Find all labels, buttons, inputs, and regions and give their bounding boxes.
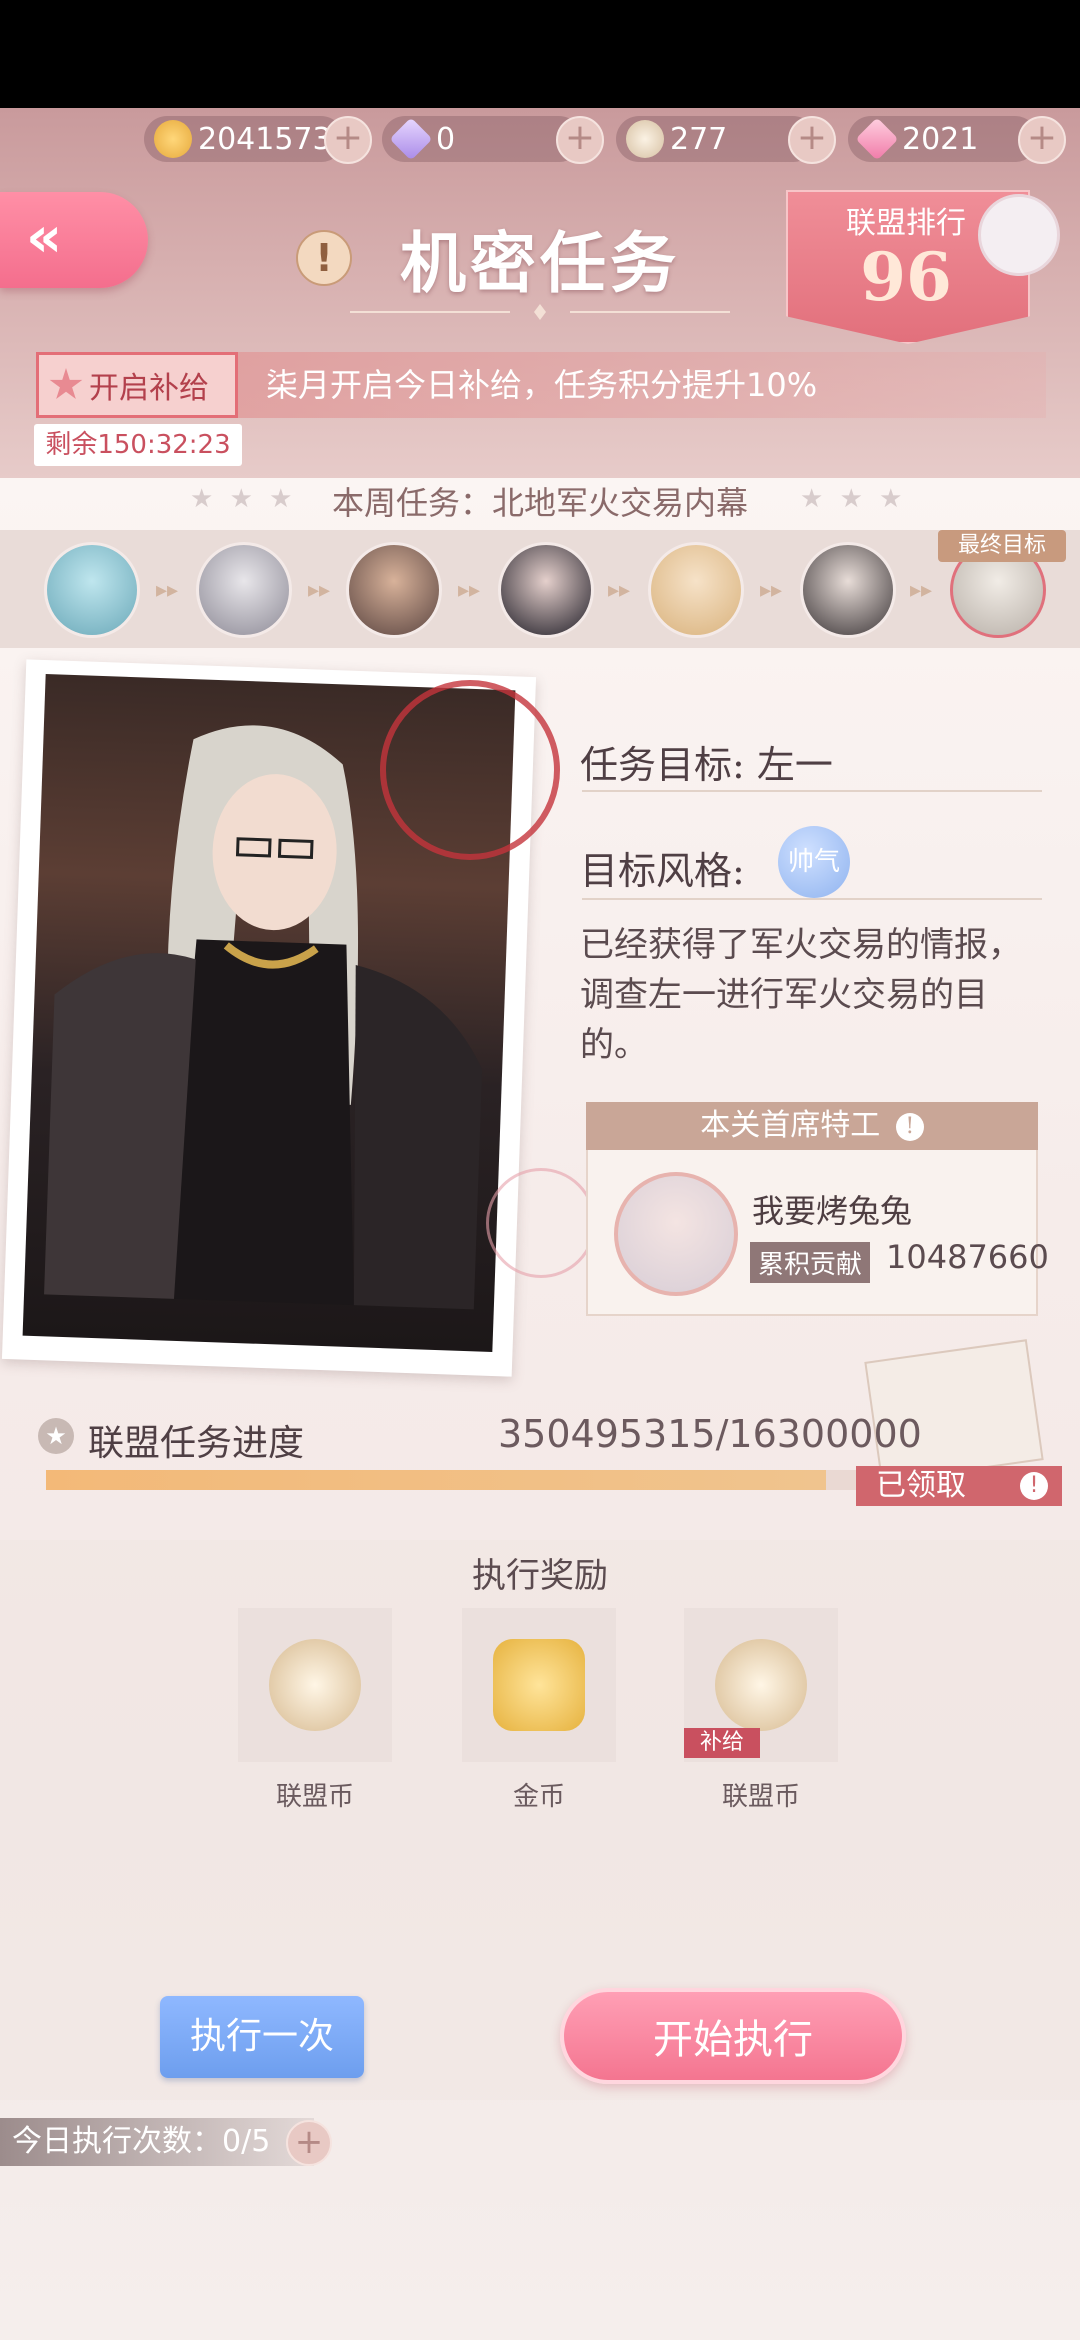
add-execute-count-button[interactable]: + xyxy=(286,2120,332,2166)
currency-value: 2041573 xyxy=(198,121,332,157)
info-icon[interactable]: ! xyxy=(895,1113,924,1141)
status-bar xyxy=(0,0,1080,108)
target-avatar-2[interactable] xyxy=(196,542,292,638)
today-execute-count: 今日执行次数：0/5 xyxy=(0,2118,314,2166)
star-icon xyxy=(49,368,83,399)
target-name: 左一 xyxy=(756,743,833,787)
today-value: 0/5 xyxy=(222,2124,271,2159)
alliance-progress-label: 联盟任务进度 xyxy=(88,1423,305,1464)
title-ornament xyxy=(350,304,730,320)
reward-title: 执行奖励 xyxy=(472,1556,608,1596)
chief-agent-name: 我要烤兔兔 xyxy=(752,1192,913,1230)
task-description: 已经获得了军火交易的情报，调查左一进行军火交易的目的。 xyxy=(580,925,1022,1065)
currency-cat-coin: 2041573 xyxy=(144,116,344,162)
contribution-value: 10487660 xyxy=(886,1238,1049,1276)
supply-tag: 补给 xyxy=(684,1728,760,1758)
alliance-coin-icon xyxy=(269,1639,361,1731)
divider xyxy=(582,898,1042,900)
task-target: 任务目标: 左一 xyxy=(580,734,833,789)
info-icon[interactable]: ! xyxy=(296,230,352,286)
add-diamond-button[interactable]: + xyxy=(556,116,604,164)
chevron-right-icon: ▸▸ xyxy=(608,578,631,603)
style-badge: 帅气 xyxy=(778,826,850,898)
weekly-task-title: 本周任务：北地军火交易内幕 xyxy=(331,484,748,522)
currency-value: 2021 xyxy=(902,121,979,157)
target-avatar-3[interactable] xyxy=(346,542,442,638)
final-target-tag: 最终目标 xyxy=(938,530,1066,562)
gold-cat-coin-icon xyxy=(493,1639,585,1731)
chevron-right-icon: ▸▸ xyxy=(760,578,783,603)
star-icon: ★ xyxy=(38,1418,74,1454)
reward-label: 联盟币 xyxy=(275,1782,354,1812)
alliance-coin-icon xyxy=(626,120,664,158)
currency-pink-diamond: 2021 xyxy=(848,116,1038,162)
reward-item[interactable] xyxy=(238,1608,392,1762)
info-icon[interactable]: ! xyxy=(1020,1472,1048,1500)
pink-diamond-icon xyxy=(855,117,899,161)
open-supply-button[interactable]: 开启补给 xyxy=(36,352,238,418)
sparkle-icon xyxy=(486,1168,596,1278)
gift-icon[interactable] xyxy=(978,194,1060,276)
confidential-stamp xyxy=(380,680,560,860)
divider xyxy=(582,790,1042,792)
chevron-right-icon: ▸▸ xyxy=(458,578,481,603)
contribution-label: 累积贡献 xyxy=(750,1242,871,1283)
currency-alliance-coin: 277 xyxy=(616,116,816,162)
page-title: 机密任务 xyxy=(400,224,680,302)
target-avatar-6[interactable] xyxy=(800,542,896,638)
open-supply-label: 开启补给 xyxy=(89,371,209,406)
target-style-label: 目标风格: xyxy=(580,849,745,893)
diamond-icon xyxy=(389,117,433,161)
start-execute-button[interactable]: 开始执行 xyxy=(560,1988,906,2084)
supply-timer: 剩余150:32:23 xyxy=(34,424,242,466)
chevron-right-icon: ▸▸ xyxy=(308,578,331,603)
today-label: 今日执行次数： xyxy=(12,2124,222,2159)
target-avatar-4[interactable] xyxy=(498,542,594,638)
reward-item[interactable] xyxy=(462,1608,616,1762)
add-cat-coin-button[interactable]: + xyxy=(324,116,372,164)
alliance-progress-value: 350495315/16300000 xyxy=(498,1412,922,1456)
stars-decoration: ★ ★ ★ xyxy=(800,484,907,514)
execute-once-button[interactable]: 执行一次 xyxy=(160,1996,364,2078)
chevron-right-icon: ▸▸ xyxy=(910,578,933,603)
target-avatar-1[interactable] xyxy=(44,542,140,638)
add-alliance-coin-button[interactable]: + xyxy=(788,116,836,164)
currency-diamond: 0 xyxy=(382,116,582,162)
currency-value: 277 xyxy=(670,121,728,157)
target-avatar-5[interactable] xyxy=(648,542,744,638)
reward-label: 联盟币 xyxy=(721,1782,800,1812)
target-label: 任务目标: xyxy=(580,743,745,787)
gift-box-icon[interactable] xyxy=(864,1339,1044,1483)
claimed-label: 已领取 xyxy=(876,1468,966,1503)
progress-fill xyxy=(46,1470,826,1490)
supply-message: 柒月开启今日补给，任务积分提升10% xyxy=(266,366,818,404)
alliance-coin-icon xyxy=(715,1639,807,1731)
chevron-right-icon: ▸▸ xyxy=(156,578,179,603)
avatar[interactable] xyxy=(614,1172,738,1296)
back-button[interactable]: « xyxy=(0,192,148,288)
currency-value: 0 xyxy=(436,121,456,157)
cat-coin-icon xyxy=(154,120,192,158)
add-pink-diamond-button[interactable]: + xyxy=(1018,116,1066,164)
claimed-badge: 已领取 ! xyxy=(856,1466,1062,1506)
chief-agent-header: 本关首席特工 ! xyxy=(586,1102,1038,1150)
chief-agent-title: 本关首席特工 xyxy=(700,1108,881,1143)
reward-label: 金币 xyxy=(512,1782,565,1812)
